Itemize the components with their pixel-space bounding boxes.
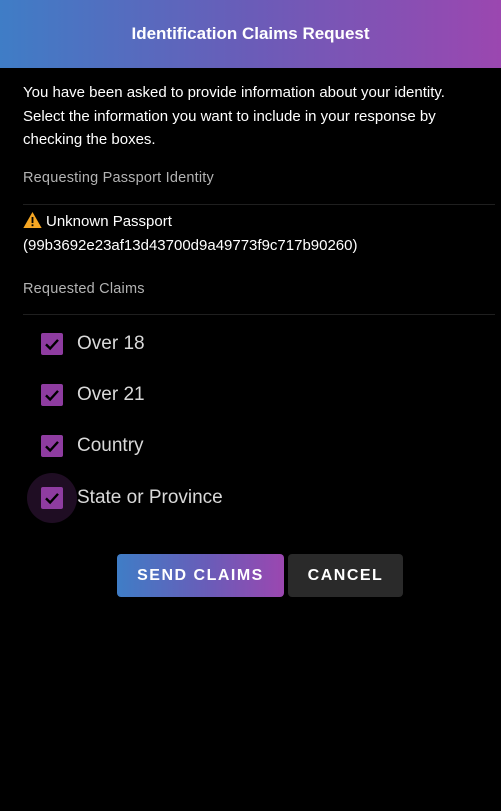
claim-label: Country [77,435,144,456]
passport-name: Unknown Passport [46,213,172,230]
passport-id: (99b3692e23af13d43700d9a49773f9c717b9026… [23,236,358,254]
check-icon [45,339,59,351]
checkbox-checked[interactable] [41,435,63,457]
checkbox-checked[interactable] [41,384,63,406]
claim-label: Over 18 [77,333,145,354]
check-icon [45,493,59,505]
passport-divider [23,204,495,205]
over-21-checkbox[interactable] [40,383,64,407]
send-claims-button[interactable]: SEND CLAIMS [117,554,284,597]
cancel-button[interactable]: CANCEL [288,554,403,597]
claim-over-21[interactable]: Over 21 [40,375,145,415]
check-icon [45,390,59,402]
claims-divider [23,314,495,315]
state-or-province-checkbox[interactable] [27,473,77,523]
dialog-title: Identification Claims Request [131,24,370,43]
claim-state-or-province[interactable]: State or Province [27,473,223,523]
claim-label: Over 21 [77,384,145,405]
claim-country[interactable]: Country [40,426,144,466]
claim-label: State or Province [77,487,223,508]
checkbox-checked[interactable] [41,487,63,509]
country-checkbox[interactable] [40,434,64,458]
warning-triangle-icon [23,212,42,228]
dialog-header: Identification Claims Request [0,0,501,68]
intro-text: You have been asked to provide informati… [23,84,445,148]
check-icon [45,441,59,453]
passport-info: Unknown Passport (99b3692e23af13d43700d9… [23,210,493,257]
claim-over-18[interactable]: Over 18 [40,324,145,364]
passport-section-label: Requesting Passport Identity [23,170,214,186]
over-18-checkbox[interactable] [40,332,64,356]
claims-section-label: Requested Claims [23,281,145,297]
checkbox-checked[interactable] [41,333,63,355]
